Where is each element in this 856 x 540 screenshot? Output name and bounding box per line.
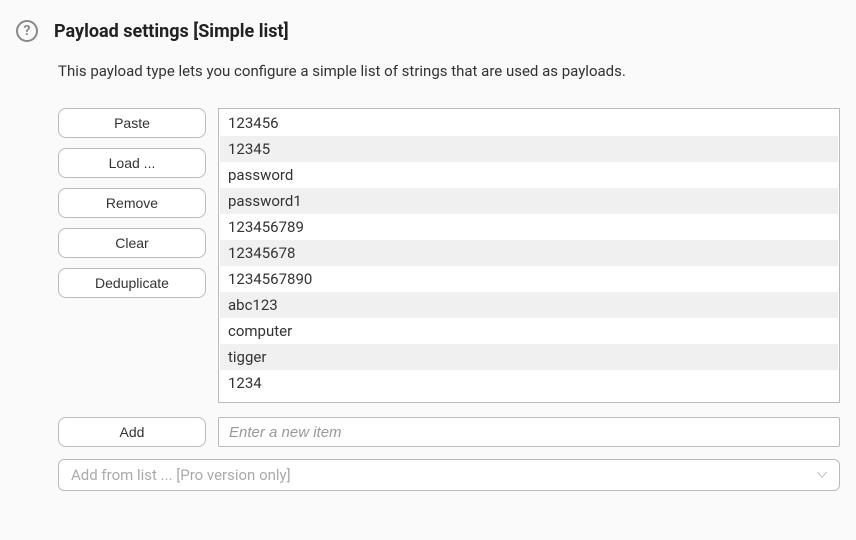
- deduplicate-button[interactable]: Deduplicate: [58, 268, 206, 298]
- payload-list-inner[interactable]: 123456 12345 password password1 12345678…: [219, 109, 839, 402]
- payload-settings-panel: ? Payload settings [Simple list] This pa…: [16, 20, 840, 491]
- list-item[interactable]: 12345: [220, 136, 838, 162]
- add-from-list-dropdown[interactable]: Add from list ... [Pro version only]: [58, 459, 840, 491]
- dropdown-row: Add from list ... [Pro version only]: [58, 459, 840, 491]
- list-item[interactable]: 1234: [220, 370, 838, 396]
- section-description: This payload type lets you configure a s…: [58, 62, 840, 80]
- add-button[interactable]: Add: [58, 417, 206, 447]
- list-item[interactable]: password1: [220, 188, 838, 214]
- list-item[interactable]: 123456: [220, 110, 838, 136]
- add-row: Add: [58, 417, 840, 447]
- dropdown-label: Add from list ... [Pro version only]: [71, 466, 291, 484]
- top-row: Paste Load ... Remove Clear Deduplicate …: [58, 108, 840, 403]
- paste-button[interactable]: Paste: [58, 108, 206, 138]
- list-item[interactable]: password: [220, 162, 838, 188]
- list-item[interactable]: 1234567890: [220, 266, 838, 292]
- list-item[interactable]: 12345678: [220, 240, 838, 266]
- list-item[interactable]: 123456789: [220, 214, 838, 240]
- new-item-input[interactable]: [218, 417, 840, 447]
- list-item[interactable]: tigger: [220, 344, 838, 370]
- header-row: ? Payload settings [Simple list]: [16, 20, 840, 42]
- clear-button[interactable]: Clear: [58, 228, 206, 258]
- button-column: Paste Load ... Remove Clear Deduplicate: [58, 108, 206, 298]
- payload-list[interactable]: 123456 12345 password password1 12345678…: [218, 108, 840, 403]
- chevron-down-icon: [817, 472, 827, 478]
- help-icon[interactable]: ?: [16, 20, 38, 42]
- remove-button[interactable]: Remove: [58, 188, 206, 218]
- section-title: Payload settings [Simple list]: [54, 21, 289, 42]
- load-button[interactable]: Load ...: [58, 148, 206, 178]
- main-area: Paste Load ... Remove Clear Deduplicate …: [58, 108, 840, 491]
- list-item[interactable]: abc123: [220, 292, 838, 318]
- list-item[interactable]: computer: [220, 318, 838, 344]
